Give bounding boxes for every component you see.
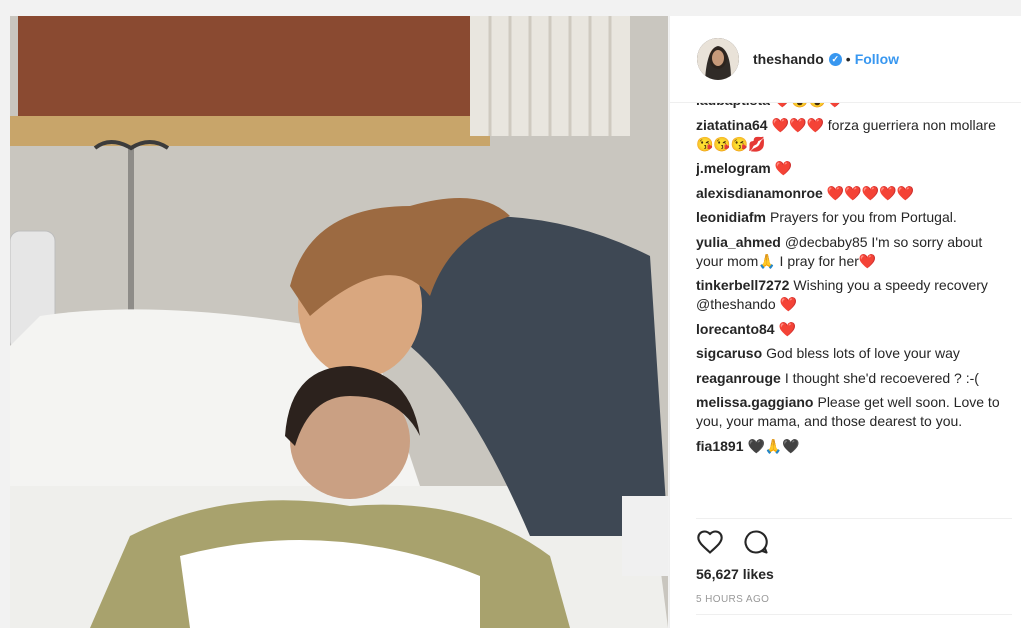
- comment-item: melissa.gaggiano Please get well soon. Lo…: [696, 393, 1006, 431]
- comment-item: tinkerbell7272 Wishing you a speedy recov…: [696, 276, 1006, 314]
- comment-username[interactable]: lorecanto84: [696, 321, 775, 337]
- separator-dot: •: [845, 51, 851, 67]
- comment-item: j.melogram ❤️: [696, 159, 1006, 178]
- verified-badge-icon: ✓: [828, 52, 842, 66]
- comment-text: God bless lots of love your way: [766, 345, 960, 361]
- follow-button[interactable]: Follow: [855, 51, 899, 67]
- comment-item: reaganrouge I thought she'd recoevered ? …: [696, 369, 1006, 388]
- comment-item: lorecanto84 ❤️: [696, 320, 1006, 339]
- comment-username[interactable]: fia1891: [696, 438, 743, 454]
- comment-username[interactable]: melissa.gaggiano: [696, 394, 813, 410]
- comment-username[interactable]: j.melogram: [696, 160, 771, 176]
- post-header: theshando ✓ • Follow: [670, 16, 1021, 103]
- comment-text: ❤️😍😍❤️: [774, 103, 844, 108]
- heart-outline-icon[interactable]: [696, 528, 726, 558]
- comment-username[interactable]: alexisdianamonroe: [696, 185, 823, 201]
- likes-count[interactable]: 56,627 likes: [696, 566, 774, 582]
- comment-username[interactable]: tinkerbell7272: [696, 277, 789, 293]
- divider: [696, 518, 1012, 519]
- comment-username[interactable]: leonidiafm: [696, 209, 766, 225]
- post-username[interactable]: theshando: [753, 51, 824, 67]
- comment-text: 🖤🙏🖤: [747, 437, 800, 454]
- avatar[interactable]: [697, 38, 739, 80]
- comment-text: Prayers for you from Portugal.: [770, 209, 957, 225]
- comment-text: I thought she'd recoevered ? :-(: [784, 369, 979, 386]
- divider: [696, 614, 1012, 615]
- comment-item: yulia_ahmed @decbaby85 I'm so sorry about…: [696, 233, 1006, 271]
- comment-username[interactable]: laubaptista: [696, 103, 770, 108]
- post-timestamp: 5 HOURS AGO: [696, 594, 770, 605]
- comment-item: fia1891 🖤🙏🖤: [696, 437, 1006, 456]
- comment-item: ziatatina64 ❤️❤️❤️ forza guerriera non mo…: [696, 116, 1006, 154]
- post-detail-panel: theshando ✓ • Follow laubaptista ❤️😍😍❤️ zi…: [669, 16, 1021, 628]
- comment-text: ❤️: [774, 160, 793, 176]
- action-bar: [696, 528, 788, 558]
- comment-item: laubaptista ❤️😍😍❤️: [696, 103, 1006, 110]
- comment-item: leonidiafm Prayers for you from Portugal.: [696, 208, 1006, 227]
- comment-username[interactable]: yulia_ahmed: [696, 234, 781, 250]
- comment-item: sigcaruso God bless lots of love your way: [696, 344, 1006, 363]
- comment-text: ❤️: [778, 320, 797, 337]
- comment-item: alexisdianamonroe ❤️❤️❤️❤️❤️: [696, 184, 1006, 203]
- comment-username[interactable]: sigcaruso: [696, 345, 762, 361]
- comments-list[interactable]: laubaptista ❤️😍😍❤️ ziatatina64❤️❤️❤️ forza…: [696, 103, 1016, 513]
- comment-text: ❤️❤️❤️❤️❤️: [826, 184, 914, 201]
- post-photo[interactable]: [10, 16, 668, 628]
- comment-username[interactable]: reaganrouge: [696, 370, 781, 386]
- comment-bubble-icon[interactable]: [742, 528, 772, 558]
- comment-username[interactable]: ziatatina64: [696, 117, 768, 133]
